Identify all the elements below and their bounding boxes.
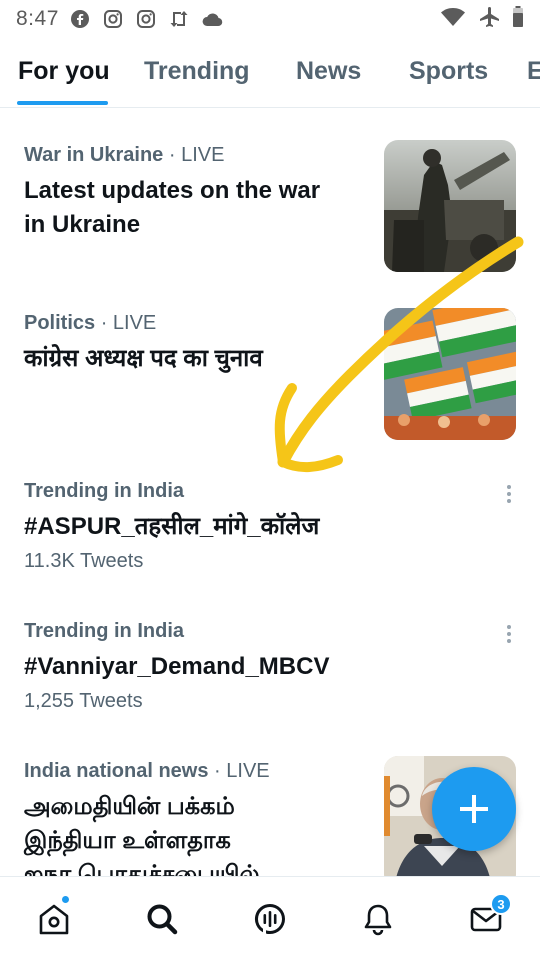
messages-badge: 3 xyxy=(490,893,512,915)
item-headline: #ASPUR_तहसील_मांगे_कॉलेज xyxy=(24,513,320,540)
headline-line: कांग्रेस अध्यक्ष पद का चुनाव xyxy=(24,345,263,372)
facebook-icon xyxy=(69,8,91,30)
spaces-button[interactable] xyxy=(248,897,292,941)
tab-news[interactable]: News xyxy=(296,57,361,86)
item-category: Trending in India xyxy=(24,480,184,502)
headline-line: ஐநா பொதுச்சபையில் xyxy=(24,861,260,876)
news-item-ukraine[interactable]: War in Ukraine · LIVE Latest updates on … xyxy=(0,108,540,276)
news-thumbnail xyxy=(384,140,516,272)
tweet-count: 1,255 Tweets xyxy=(24,690,143,712)
notifications-button[interactable] xyxy=(356,897,400,941)
item-headline: Latest updates on the war in Ukraine xyxy=(24,174,364,242)
news-thumbnail xyxy=(384,308,516,440)
notifications-icon xyxy=(364,904,392,936)
status-time: 8:47 xyxy=(16,7,59,30)
item-status: · LIVE xyxy=(95,312,157,334)
tab-entertainment[interactable]: E xyxy=(527,57,540,86)
headline-line: அமைதியின் பக்கம் xyxy=(24,793,235,820)
item-category: Trending in India xyxy=(24,620,184,642)
item-category: War in Ukraine xyxy=(24,144,164,166)
item-meta: Politics · LIVE xyxy=(24,312,156,335)
status-right xyxy=(440,5,524,33)
trend-item-vanniyar[interactable]: Trending in India #Vanniyar_Demand_MBCV … xyxy=(0,584,540,724)
home-icon xyxy=(39,904,69,935)
item-meta: Trending in India xyxy=(24,480,184,503)
search-button[interactable] xyxy=(140,897,184,941)
wifi-icon xyxy=(440,7,466,32)
tab-sports[interactable]: Sports xyxy=(409,57,488,86)
tab-trending[interactable]: Trending xyxy=(144,57,250,86)
headline-line: in Ukraine xyxy=(24,211,141,238)
item-status: · LIVE xyxy=(163,144,225,166)
battery-icon xyxy=(512,5,524,33)
home-new-indicator xyxy=(61,895,70,904)
instagram-icon xyxy=(102,8,124,30)
compose-tweet-button[interactable] xyxy=(432,767,516,851)
item-category: Politics xyxy=(24,312,96,334)
retweet-icon xyxy=(168,8,190,30)
tweet-count: 11.3K Tweets xyxy=(24,550,144,572)
headline-line: இந்தியா உள்ளதாக xyxy=(24,827,231,854)
news-item-politics[interactable]: Politics · LIVE कांग्रेस अध्यक्ष पद का च… xyxy=(0,276,540,444)
item-status: · LIVE xyxy=(208,760,270,782)
more-options-icon[interactable] xyxy=(500,622,518,646)
airplane-icon xyxy=(478,6,500,33)
plus-icon xyxy=(460,795,488,823)
item-meta: War in Ukraine · LIVE xyxy=(24,144,224,167)
item-headline: #Vanniyar_Demand_MBCV xyxy=(24,653,330,680)
item-headline: कांग्रेस अध्यक्ष पद का चुनाव xyxy=(24,342,364,376)
item-category: India national news xyxy=(24,760,209,782)
bottom-navigation xyxy=(0,876,540,960)
trend-item-aspur[interactable]: Trending in India #ASPUR_तहसील_मांगे_कॉल… xyxy=(0,444,540,584)
active-tab-indicator xyxy=(17,101,108,105)
explore-tabs: For you Trending News Sports E xyxy=(0,38,540,108)
headline-line: Latest updates on the war xyxy=(24,177,321,204)
item-meta: Trending in India xyxy=(24,620,184,643)
instagram-icon xyxy=(135,8,157,30)
home-button[interactable] xyxy=(32,897,76,941)
status-bar: 8:47 xyxy=(0,0,540,38)
search-icon xyxy=(147,904,178,935)
cloud-icon xyxy=(201,8,223,30)
spaces-icon xyxy=(254,903,285,934)
item-headline: அமைதியின் பக்கம் இந்தியா உள்ளதாக ஐநா பொத… xyxy=(24,790,364,876)
explore-feed: War in Ukraine · LIVE Latest updates on … xyxy=(0,108,540,876)
tab-for-you[interactable]: For you xyxy=(18,57,110,86)
item-meta: India national news · LIVE xyxy=(24,760,270,783)
more-options-icon[interactable] xyxy=(500,482,518,506)
